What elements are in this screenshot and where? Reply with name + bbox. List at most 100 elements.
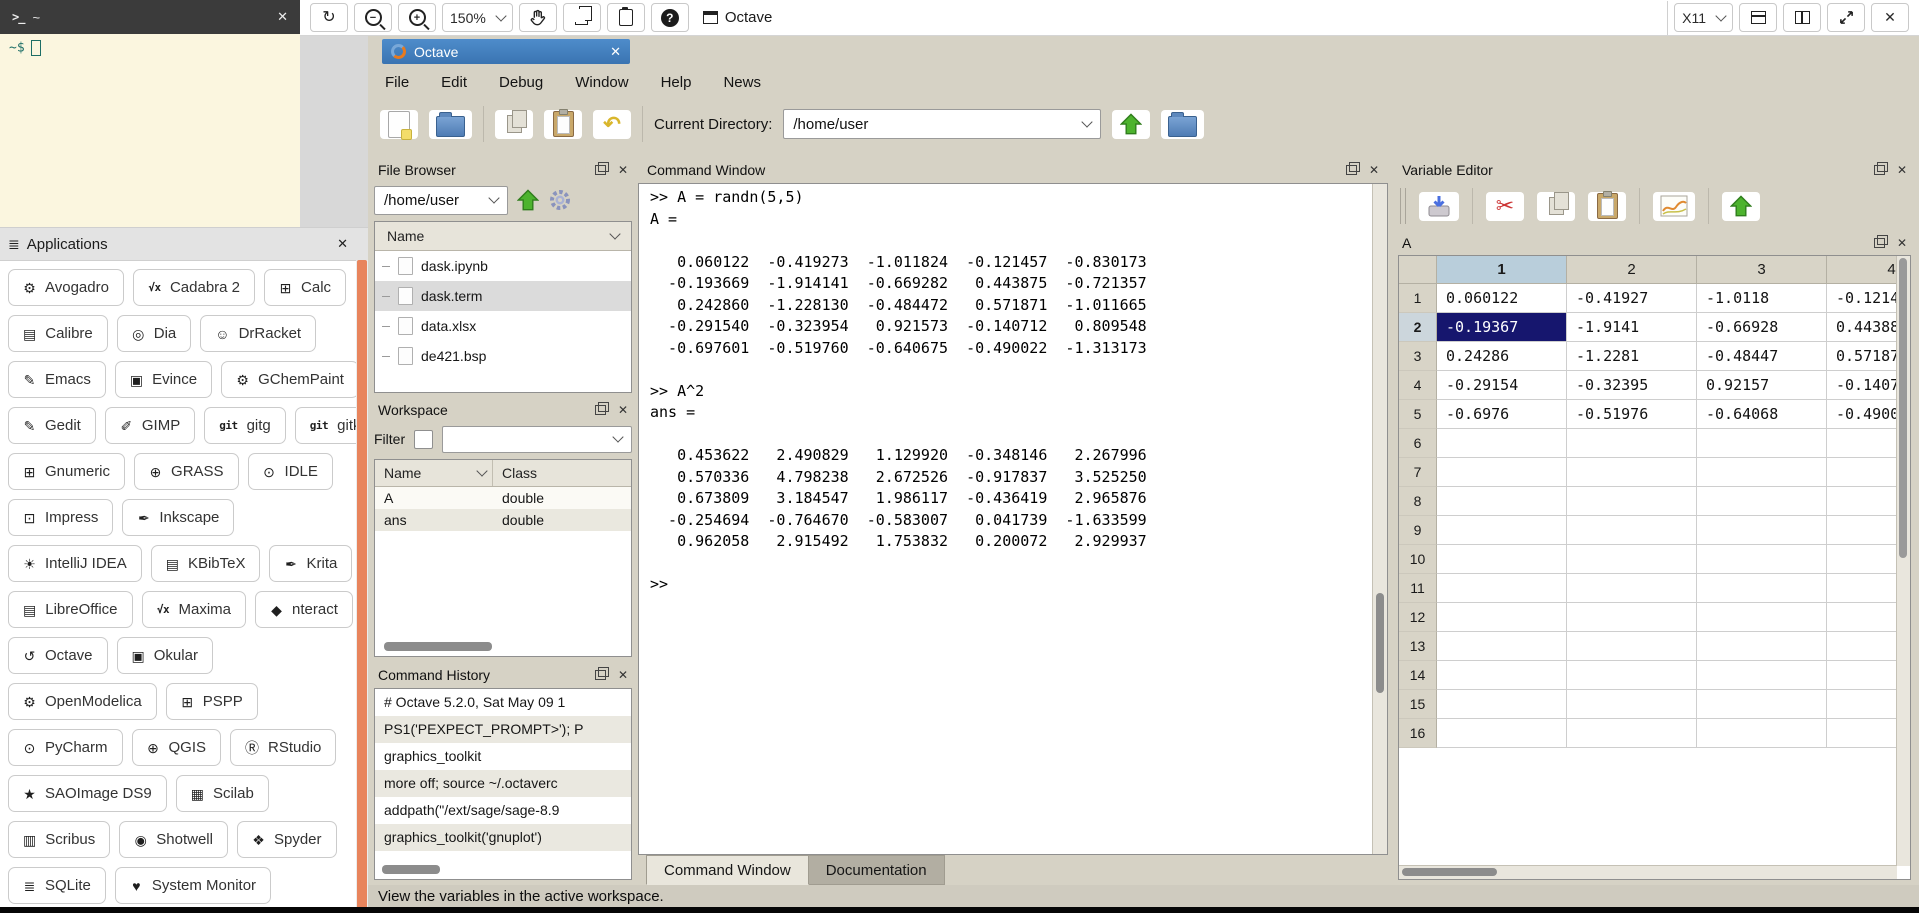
cell-r7c2[interactable]	[1567, 458, 1697, 487]
column-header-3[interactable]: 3	[1697, 256, 1827, 284]
row-header-2[interactable]: 2	[1399, 313, 1437, 342]
cell-r12c3[interactable]	[1697, 603, 1827, 632]
close-panel-icon[interactable]: ✕	[618, 669, 628, 681]
cell-r10c3[interactable]	[1697, 545, 1827, 574]
octave-close-button[interactable]: ✕	[610, 44, 621, 60]
command-window-scrollbar[interactable]	[1372, 184, 1387, 854]
cell-r14c1[interactable]	[1437, 661, 1567, 690]
app-button-avogadro[interactable]: ⚙Avogadro	[8, 269, 124, 306]
cut-button[interactable]: ✂	[1486, 192, 1524, 221]
cell-r2c1[interactable]: -0.19367	[1437, 313, 1567, 342]
cell-r11c1[interactable]	[1437, 574, 1567, 603]
cell-r9c3[interactable]	[1697, 516, 1827, 545]
fullscreen-button[interactable]	[1827, 3, 1865, 32]
close-panel-icon[interactable]: ✕	[618, 164, 628, 176]
tab-command-window[interactable]: Command Window	[646, 855, 809, 885]
app-button-cadabra-2[interactable]: √xCadabra 2	[133, 269, 255, 306]
undock-icon[interactable]	[595, 670, 606, 680]
current-directory-select[interactable]: /home/user	[783, 109, 1101, 139]
history-entry[interactable]: graphics_toolkit('gnuplot')	[375, 824, 631, 851]
cell-r14c3[interactable]	[1697, 661, 1827, 690]
menu-debug[interactable]: Debug	[499, 74, 543, 91]
cell-r12c1[interactable]	[1437, 603, 1567, 632]
command-window-header[interactable]: Command Window ✕	[636, 157, 1390, 182]
app-button-pspp[interactable]: ⊞PSPP	[166, 683, 258, 720]
scrollbar-thumb[interactable]	[1376, 593, 1384, 693]
app-button-system-monitor[interactable]: ♥System Monitor	[115, 867, 271, 904]
split-vertical-button[interactable]	[1783, 3, 1821, 32]
cell-r15c2[interactable]	[1567, 690, 1697, 719]
copy-button[interactable]	[495, 110, 533, 139]
close-panel-icon[interactable]: ✕	[1369, 164, 1379, 176]
plot-button[interactable]	[1653, 192, 1695, 221]
file-row-dask-ipynb[interactable]: dask.ipynb	[375, 251, 631, 281]
help-button[interactable]: ?	[651, 3, 689, 32]
applications-close-button[interactable]: ✕	[337, 236, 348, 252]
row-header-8[interactable]: 8	[1399, 487, 1437, 516]
cell-r4c3[interactable]: 0.92157	[1697, 371, 1827, 400]
browse-directory-button[interactable]	[1161, 110, 1204, 139]
row-header-11[interactable]: 11	[1399, 574, 1437, 603]
undock-icon[interactable]	[595, 165, 606, 175]
workspace-header[interactable]: Workspace ✕	[372, 397, 634, 422]
app-button-krita[interactable]: ✒Krita	[269, 545, 352, 582]
app-button-sqlite[interactable]: ≣SQLite	[8, 867, 106, 904]
display-select[interactable]: X11	[1674, 3, 1733, 32]
row-header-14[interactable]: 14	[1399, 661, 1437, 690]
undock-icon[interactable]	[1874, 165, 1885, 175]
app-button-evince[interactable]: ▣Evince	[115, 361, 212, 398]
cell-r5c1[interactable]: -0.6976	[1437, 400, 1567, 429]
cell-r6c2[interactable]	[1567, 429, 1697, 458]
cell-r12c2[interactable]	[1567, 603, 1697, 632]
cell-r5c2[interactable]: -0.51976	[1567, 400, 1697, 429]
cell-r10c1[interactable]	[1437, 545, 1567, 574]
menu-edit[interactable]: Edit	[441, 74, 467, 91]
cell-r13c1[interactable]	[1437, 632, 1567, 661]
grid-corner-cell[interactable]	[1399, 256, 1437, 284]
variable-editor-vscrollbar[interactable]	[1896, 256, 1910, 866]
workspace-hscrollbar-thumb[interactable]	[384, 642, 492, 651]
refresh-button[interactable]: ↻	[310, 3, 348, 32]
row-header-12[interactable]: 12	[1399, 603, 1437, 632]
cell-r3c1[interactable]: 0.24286	[1437, 342, 1567, 371]
zoom-in-button[interactable]: +	[398, 3, 436, 32]
column-header-2[interactable]: 2	[1567, 256, 1697, 284]
row-header-13[interactable]: 13	[1399, 632, 1437, 661]
history-entry[interactable]: more off; source ~/.octaverc	[375, 770, 631, 797]
file-row-data-xlsx[interactable]: data.xlsx	[375, 311, 631, 341]
app-button-octave[interactable]: ↺Octave	[8, 637, 108, 674]
menu-help[interactable]: Help	[661, 74, 692, 91]
app-button-grass[interactable]: ⊕GRASS	[134, 453, 239, 490]
cell-r8c1[interactable]	[1437, 487, 1567, 516]
scrollbar-thumb[interactable]	[1899, 258, 1907, 558]
app-button-qgis[interactable]: ⊕QGIS	[132, 729, 222, 766]
cell-r9c2[interactable]	[1567, 516, 1697, 545]
row-header-1[interactable]: 1	[1399, 284, 1437, 313]
cell-r10c2[interactable]	[1567, 545, 1697, 574]
app-button-dia[interactable]: ◎Dia	[117, 315, 192, 352]
app-button-scribus[interactable]: ▥Scribus	[8, 821, 110, 858]
cell-r14c2[interactable]	[1567, 661, 1697, 690]
pan-button[interactable]	[519, 3, 557, 32]
variable-editor-hscrollbar[interactable]	[1399, 865, 1897, 879]
cell-r2c2[interactable]: -1.9141	[1567, 313, 1697, 342]
history-entry[interactable]: graphics_toolkit	[375, 743, 631, 770]
history-entry[interactable]: # Octave 5.2.0, Sat May 09 1	[375, 689, 631, 716]
new-script-button[interactable]	[380, 110, 418, 139]
app-button-gedit[interactable]: ✎Gedit	[8, 407, 96, 444]
menu-file[interactable]: File	[385, 74, 409, 91]
app-button-nteract[interactable]: ◆nteract	[255, 591, 353, 628]
app-button-drracket[interactable]: ☺DrRacket	[200, 315, 316, 352]
row-header-4[interactable]: 4	[1399, 371, 1437, 400]
undock-icon[interactable]	[1874, 238, 1885, 248]
app-button-pycharm[interactable]: ⊙PyCharm	[8, 729, 123, 766]
scrollbar-thumb[interactable]	[1402, 868, 1497, 876]
row-header-5[interactable]: 5	[1399, 400, 1437, 429]
command-window[interactable]: >> A = randn(5,5) A = 0.060122 -0.419273…	[638, 183, 1388, 855]
app-button-maxima[interactable]: √xMaxima	[142, 591, 247, 628]
cell-r7c1[interactable]	[1437, 458, 1567, 487]
cell-r16c3[interactable]	[1697, 719, 1827, 748]
close-variable-icon[interactable]: ✕	[1897, 237, 1907, 249]
app-button-libreoffice[interactable]: ▤LibreOffice	[8, 591, 133, 628]
row-header-7[interactable]: 7	[1399, 458, 1437, 487]
